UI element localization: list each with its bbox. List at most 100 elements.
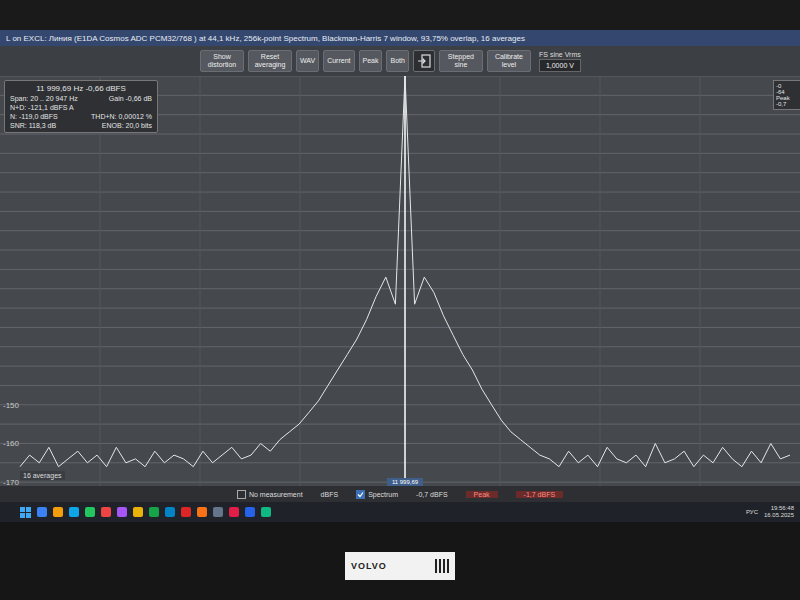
language-indicator[interactable]: РУС (746, 509, 758, 515)
toolbar-button[interactable]: Show distortion (200, 50, 244, 72)
grid-line (0, 134, 800, 135)
grid-line (700, 76, 701, 486)
info-value: SNR: 118,3 dB (10, 122, 56, 129)
checkbox[interactable] (237, 490, 246, 499)
info-value: N: -119,0 dBFS (10, 113, 58, 120)
date: 16.05.2025 (764, 512, 794, 519)
status-text: -0,7 dBFS (416, 491, 448, 498)
grid-line (0, 346, 800, 347)
app-icon[interactable] (197, 507, 207, 517)
status-bar: No measurement dBFS Spectrum -0,7 dBFS Peak… (0, 486, 800, 502)
field-input[interactable]: 1,0000 V (539, 59, 581, 72)
grid-line (0, 404, 800, 405)
app-icon[interactable] (133, 507, 143, 517)
system-tray: РУС 19:56:48 16.05.2025 (746, 505, 794, 518)
title-bar: L on EXCL: Линия (E1DA Cosmos ADC PCM32/… (0, 30, 800, 46)
side-box: -0-64Peak-0,7 (773, 80, 800, 110)
app-icon[interactable] (229, 507, 239, 517)
y-tick-label: -170 (3, 478, 20, 486)
info-header: 11 999,69 Hz -0,66 dBFS (10, 84, 152, 93)
grid-line (0, 230, 800, 231)
grid-line (0, 250, 800, 251)
clock[interactable]: 19:56:48 16.05.2025 (764, 505, 794, 518)
grid-line (0, 424, 800, 425)
side-value: Peak (776, 95, 798, 101)
spectrum-chart: -150 -160 -170 11 999,69 Hz -0,66 dBFS Spa… (0, 76, 800, 486)
toolbar-button[interactable]: Reset averaging (248, 50, 292, 72)
cursor-label: 11 999,69 (387, 478, 423, 486)
toolbar-button[interactable]: Calibrate level (487, 50, 531, 72)
grid-line (100, 76, 101, 486)
info-row: Span: 20 .. 20 947 Hz Gain -0,66 dB (10, 95, 152, 102)
app-icon[interactable] (261, 507, 271, 517)
grid-line (200, 76, 201, 486)
toolbar-button[interactable]: Peak (359, 50, 383, 72)
info-value: THD+N: 0,00012 % (91, 113, 152, 120)
grid-line (0, 172, 800, 173)
fs-sine-field: FS sine Vrms 1,0000 V (539, 51, 581, 72)
status-alert: -1,7 dBFS (516, 491, 564, 498)
status-check[interactable]: Spectrum (356, 490, 398, 499)
plot-background (0, 76, 800, 486)
qr-code-icon (435, 559, 449, 573)
sticker-label: VOLVO (351, 561, 387, 571)
grid-line (0, 288, 800, 289)
app-icon[interactable] (117, 507, 127, 517)
app-icon[interactable] (53, 507, 63, 517)
averages-label: 16 averages (20, 471, 65, 480)
status-text: dBFS (321, 491, 339, 498)
info-value: Span: 20 .. 20 947 Hz (10, 95, 78, 102)
window-title: L on EXCL: Линия (E1DA Cosmos ADC PCM32/… (6, 34, 525, 43)
y-tick-label: -160 (3, 439, 20, 448)
app-icon[interactable] (165, 507, 175, 517)
toolbar: Show distortionReset averagingWAVCurrent… (0, 46, 800, 76)
side-value: -64 (776, 89, 798, 95)
y-tick-label: -150 (3, 401, 20, 410)
taskbar-apps (6, 507, 271, 518)
taskbar: РУС 19:56:48 16.05.2025 (0, 502, 800, 522)
start-icon[interactable] (20, 507, 31, 518)
grid-line (0, 366, 800, 367)
grid-line (0, 211, 800, 212)
export-button[interactable] (413, 50, 435, 72)
toolbar-button[interactable]: Stepped sine (439, 50, 483, 72)
screen: L on EXCL: Линия (E1DA Cosmos ADC PCM32/… (0, 30, 800, 522)
checkbox[interactable] (356, 490, 365, 499)
grid-line (0, 443, 800, 444)
app-icon[interactable] (245, 507, 255, 517)
app-icon[interactable] (181, 507, 191, 517)
grid-line (0, 308, 800, 309)
side-value: -0 (776, 83, 798, 89)
info-value: Gain -0,66 dB (109, 95, 152, 102)
cursor-line[interactable] (404, 76, 406, 486)
app-icon[interactable] (101, 507, 111, 517)
grid-line (0, 153, 800, 154)
status-check[interactable]: No measurement (237, 490, 303, 499)
time: 19:56:48 (771, 505, 794, 512)
status-alert: Peak (466, 491, 498, 498)
grid-line (0, 385, 800, 386)
monitor-bezel-top (0, 0, 800, 30)
sticker: VOLVO (345, 552, 455, 580)
info-row: N: -119,0 dBFS THD+N: 0,00012 % (10, 113, 152, 120)
app-icon[interactable] (85, 507, 95, 517)
grid-line (0, 327, 800, 328)
spectrum-line (20, 76, 790, 467)
grid-line (0, 76, 800, 77)
grid-line (0, 269, 800, 270)
check-icon (357, 491, 364, 498)
toolbar-button[interactable]: Current (323, 50, 354, 72)
info-row: SNR: 118,3 dB ENOB: 20,0 bits (10, 122, 152, 129)
grid-line (300, 76, 301, 486)
app-icon[interactable] (213, 507, 223, 517)
app-icon[interactable] (69, 507, 79, 517)
toolbar-button[interactable]: WAV (296, 50, 319, 72)
app-icon[interactable] (149, 507, 159, 517)
info-row: N+D: -121,1 dBFS A (10, 104, 152, 111)
field-label: FS sine Vrms (539, 51, 581, 58)
app-icon[interactable] (37, 507, 47, 517)
info-value: N+D: -121,1 dBFS A (10, 104, 74, 111)
info-box: 11 999,69 Hz -0,66 dBFS Span: 20 .. 20 9… (4, 80, 158, 133)
toolbar-button[interactable]: Both (386, 50, 408, 72)
side-value: -0,7 (776, 101, 798, 107)
